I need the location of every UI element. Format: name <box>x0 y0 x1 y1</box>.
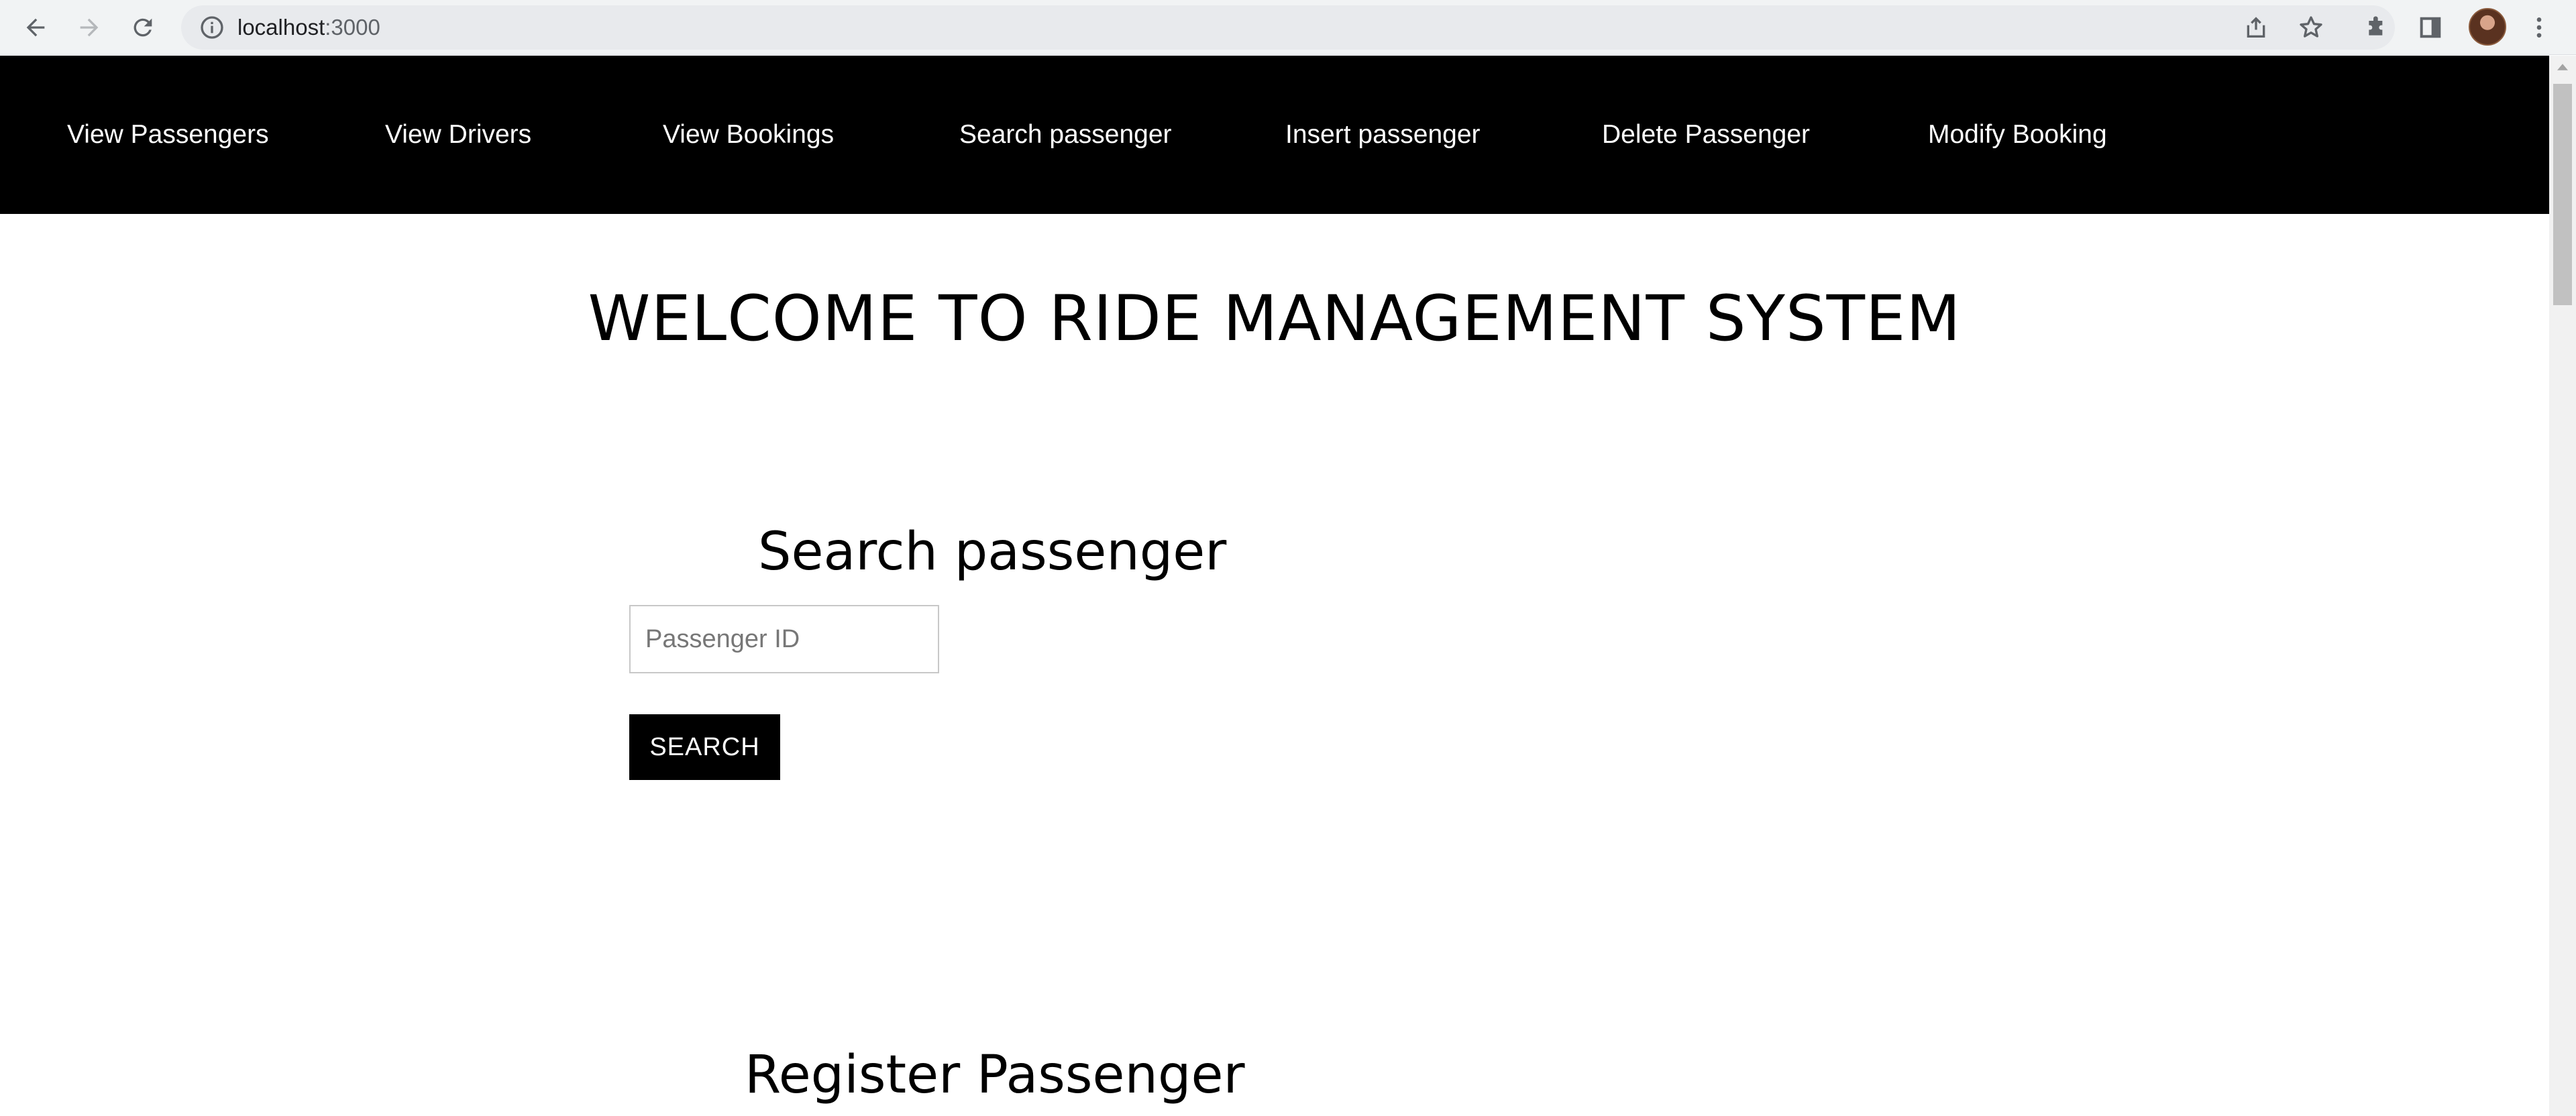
bookmark-star-icon[interactable] <box>2292 8 2330 47</box>
nav-view-drivers[interactable]: View Drivers <box>385 56 531 214</box>
web-page: View Passengers View Drivers View Bookin… <box>0 56 2549 1116</box>
nav-insert-passenger[interactable]: Insert passenger <box>1285 56 1481 214</box>
search-button[interactable]: SEARCH <box>629 714 780 780</box>
nav-delete-passenger[interactable]: Delete Passenger <box>1602 56 1810 214</box>
side-panel-icon[interactable] <box>2411 8 2450 47</box>
browser-toolbar: localhost:3000 <box>0 0 2576 55</box>
nav-view-passengers[interactable]: View Passengers <box>67 56 269 214</box>
url-text: localhost:3000 <box>237 5 380 50</box>
nav-search-passenger[interactable]: Search passenger <box>959 56 1172 214</box>
passenger-id-input[interactable] <box>629 605 939 673</box>
register-passenger-title: Register Passenger <box>745 1045 1245 1105</box>
share-icon[interactable] <box>2237 8 2275 47</box>
url-host: localhost <box>237 15 325 40</box>
reload-icon[interactable] <box>123 8 162 47</box>
top-navbar: View Passengers View Drivers View Bookin… <box>0 56 2549 214</box>
scroll-thumb[interactable] <box>2553 84 2572 305</box>
extensions-puzzle-icon[interactable] <box>2357 8 2396 47</box>
forward-arrow-icon[interactable] <box>70 8 109 47</box>
nav-view-bookings[interactable]: View Bookings <box>663 56 834 214</box>
welcome-heading: WELCOME TO RIDE MANAGEMENT SYSTEM <box>588 282 1962 355</box>
search-passenger-title: Search passenger <box>758 522 1227 582</box>
nav-modify-booking[interactable]: Modify Booking <box>1928 56 2107 214</box>
back-arrow-icon[interactable] <box>16 8 55 47</box>
url-port: :3000 <box>325 15 380 40</box>
info-icon[interactable] <box>199 14 225 41</box>
kebab-menu-icon[interactable] <box>2520 8 2559 47</box>
page-scrollbar[interactable] <box>2549 56 2576 1116</box>
profile-avatar[interactable] <box>2469 8 2506 46</box>
address-bar[interactable]: localhost:3000 <box>181 5 2395 50</box>
scroll-up-arrow-icon[interactable] <box>2549 56 2576 78</box>
